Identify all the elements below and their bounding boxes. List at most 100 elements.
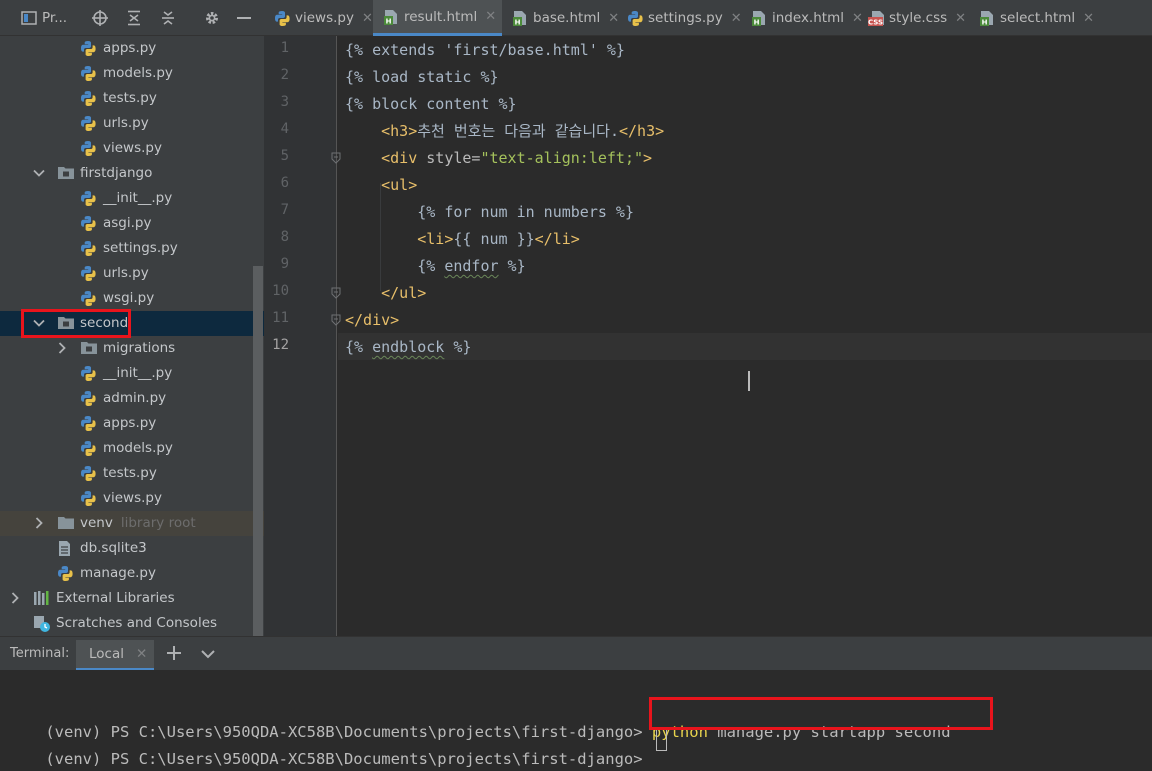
project-view-icon[interactable] [20, 8, 38, 28]
fold-marker-icon[interactable] [330, 152, 342, 164]
locate-icon[interactable] [90, 8, 110, 28]
terminal-title: Terminal: [10, 646, 70, 661]
tree-file[interactable]: apps.py [0, 411, 264, 436]
close-icon[interactable]: ✕ [485, 9, 496, 24]
collapse-all-icon[interactable] [158, 8, 178, 28]
python-file-icon [80, 440, 97, 457]
code-line: </div> [345, 310, 399, 330]
text-caret [748, 371, 750, 391]
tab-label: result.html [404, 8, 478, 25]
close-icon[interactable]: ✕ [955, 11, 966, 26]
editor-tab[interactable]: Hresult.html ✕ [373, 0, 502, 36]
chevron-down-icon[interactable] [200, 646, 216, 662]
svg-text:H: H [982, 19, 988, 27]
close-icon[interactable]: ✕ [136, 646, 147, 662]
editor-tab[interactable]: views.py ✕ [264, 0, 373, 36]
tree-file[interactable]: admin.py [0, 386, 264, 411]
tree-file[interactable]: tests.py [0, 461, 264, 486]
tree-item-label: venv [80, 515, 113, 531]
tree-file[interactable]: asgi.py [0, 211, 264, 236]
expand-all-icon[interactable] [124, 8, 144, 28]
tree-file[interactable]: manage.py [0, 561, 264, 586]
python-file-icon [80, 115, 97, 132]
libraries-icon [33, 590, 50, 607]
terminal-tab-local[interactable]: Local ✕ [76, 640, 154, 671]
tree-file[interactable]: urls.py [0, 111, 264, 136]
tree-file[interactable]: tests.py [0, 86, 264, 111]
terminal-prompt: (venv) PS C:\Users\950QDA-XC58B\Document… [45, 750, 652, 768]
python-file-icon [57, 565, 74, 582]
python-file-icon [80, 415, 97, 432]
python-file-icon [80, 40, 97, 57]
project-scrollbar[interactable] [253, 266, 263, 636]
code-line: <li>{{ num }}</li> [345, 229, 580, 249]
hide-panel-icon[interactable] [234, 8, 254, 28]
tree-item-label: __init__.py [103, 190, 173, 206]
tree-item-label: views.py [103, 490, 162, 506]
line-number: 8 [280, 229, 289, 245]
code-line: <ul> [345, 175, 417, 195]
tree-file[interactable]: __init__.py [0, 186, 264, 211]
close-icon[interactable]: ✕ [1083, 11, 1094, 26]
code-token: <h3> [381, 122, 418, 140]
editor-tab[interactable]: Hbase.html ✕ [502, 0, 619, 36]
tree-item-label: manage.py [80, 565, 156, 581]
package-folder-icon [80, 340, 97, 357]
svg-text:CSS: CSS [868, 19, 883, 27]
chevron-right-icon[interactable] [33, 517, 45, 529]
editor-tab[interactable]: Hselect.html ✕ [969, 0, 1094, 36]
chevron-right-icon[interactable] [9, 592, 21, 604]
gear-icon[interactable] [202, 8, 222, 28]
line-number: 2 [280, 67, 289, 83]
code-token: {% [345, 338, 373, 356]
code-line: {% block content %} [345, 94, 517, 114]
code-token: <div [381, 149, 427, 167]
highlight-box-command [649, 697, 993, 730]
close-icon[interactable]: ✕ [731, 11, 742, 26]
close-icon[interactable]: ✕ [362, 11, 373, 26]
line-number: 7 [280, 202, 289, 218]
project-view-title[interactable]: Pr... [42, 8, 74, 28]
chevron-down-icon[interactable] [33, 167, 45, 179]
tree-folder[interactable]: venv library root [0, 511, 264, 536]
add-terminal-icon[interactable] [166, 645, 182, 661]
code-line: {% for num in numbers %} [345, 202, 634, 222]
python-file-icon [80, 140, 97, 157]
tree-file[interactable]: views.py [0, 136, 264, 161]
code-line: <h3>추천 번호는 다음과 같습니다.</h3> [345, 121, 664, 141]
tree-folder[interactable]: migrations [0, 336, 264, 361]
tree-file[interactable]: views.py [0, 486, 264, 511]
tree-file[interactable]: models.py [0, 61, 264, 86]
tree-file[interactable]: urls.py [0, 261, 264, 286]
tree-folder[interactable]: firstdjango [0, 161, 264, 186]
fold-marker-icon[interactable] [330, 287, 342, 299]
tree-file[interactable]: Scratches and Consoles [0, 611, 264, 636]
tab-label: index.html [772, 10, 844, 26]
tree-file[interactable]: models.py [0, 436, 264, 461]
tree-item-label: migrations [103, 340, 176, 356]
code-token: %} [498, 257, 526, 275]
tree-file[interactable]: External Libraries [0, 586, 264, 611]
tree-file[interactable]: __init__.py [0, 361, 264, 386]
package-folder-icon [57, 165, 74, 182]
tree-item-label: tests.py [103, 465, 157, 481]
editor-tab[interactable]: CSS style.css ✕ [858, 0, 969, 36]
tree-file[interactable]: wsgi.py [0, 286, 264, 311]
tree-file[interactable]: db.sqlite3 [0, 536, 264, 561]
tree-item-label: wsgi.py [103, 290, 155, 306]
code-token: {% [345, 257, 445, 275]
code-editor[interactable]: 1 2 3 4 5 6 7 8 9 10 11 12 {% extends 'first/base.h… [264, 36, 1152, 636]
project-toolbar: Pr... [0, 0, 264, 36]
fold-marker-icon[interactable] [330, 314, 342, 326]
chevron-right-icon[interactable] [56, 342, 68, 354]
tree-file[interactable]: settings.py [0, 236, 264, 261]
tree-item-label: db.sqlite3 [80, 540, 147, 556]
tab-label: views.py [295, 10, 354, 26]
editor-tab[interactable]: settings.py ✕ [617, 0, 742, 36]
editor-tab[interactable]: Hindex.html ✕ [741, 0, 863, 36]
tree-file[interactable]: apps.py [0, 36, 264, 61]
line-number: 1 [280, 40, 289, 56]
